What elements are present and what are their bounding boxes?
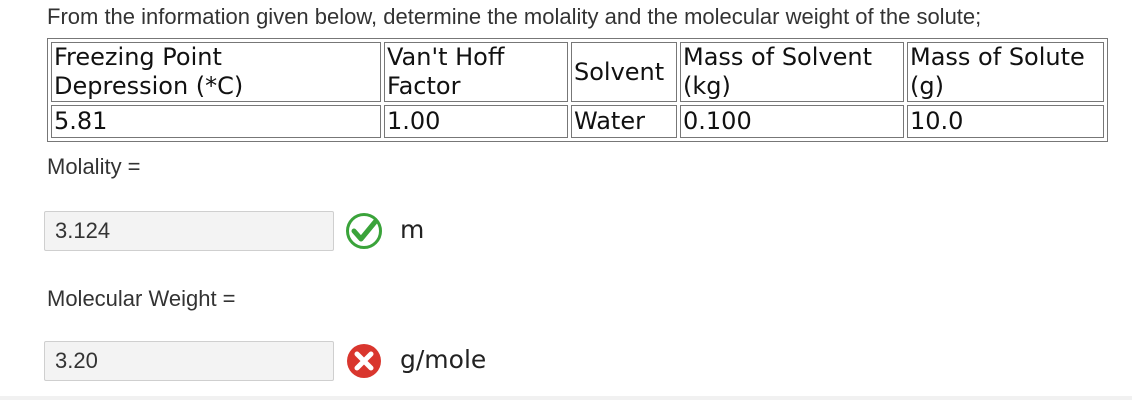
cell-mass-of-solvent: 0.100 — [680, 105, 904, 138]
header-mass-of-solute: Mass of Solute (g) — [907, 42, 1104, 102]
header-solvent: Solvent — [571, 42, 677, 102]
header-freezing-point-depression: Freezing Point Depression (*C) — [51, 42, 381, 102]
table-row: 5.81 1.00 Water 0.100 10.0 — [51, 105, 1104, 138]
x-icon — [347, 344, 381, 378]
cell-vant-hoff-factor: 1.00 — [384, 105, 568, 138]
cell-mass-of-solute: 10.0 — [907, 105, 1104, 138]
cell-freezing-point-depression: 5.81 — [51, 105, 381, 138]
header-line: Mass of Solute — [910, 43, 1085, 71]
header-vant-hoff-factor: Van't Hoff Factor — [384, 42, 568, 102]
header-line: Freezing Point — [54, 43, 222, 71]
molecular-weight-label: Molecular Weight = — [47, 286, 236, 311]
header-line: Mass of Solvent — [683, 43, 872, 71]
molecular-weight-unit: g/mole — [400, 345, 487, 374]
header-mass-of-solvent: Mass of Solvent (kg) — [680, 42, 904, 102]
header-line: (kg) — [683, 72, 731, 100]
molality-label: Molality = — [47, 154, 141, 179]
cell-solvent: Water — [571, 105, 677, 138]
molecular-weight-input[interactable] — [44, 341, 334, 381]
header-line: Solvent — [574, 57, 665, 86]
given-data-table: Freezing Point Depression (*C) Van't Hof… — [47, 38, 1108, 142]
header-line: Depression (*C) — [54, 72, 244, 100]
header-line: (g) — [910, 72, 944, 100]
header-line: Van't Hoff — [387, 43, 505, 71]
molality-unit: m — [400, 215, 425, 244]
check-icon — [346, 213, 382, 249]
bottom-divider — [0, 396, 1132, 400]
question-prompt: From the information given below, determ… — [47, 4, 982, 29]
table-header-row: Freezing Point Depression (*C) Van't Hof… — [51, 42, 1104, 102]
molality-input[interactable] — [44, 211, 334, 251]
header-line: Factor — [387, 72, 461, 100]
